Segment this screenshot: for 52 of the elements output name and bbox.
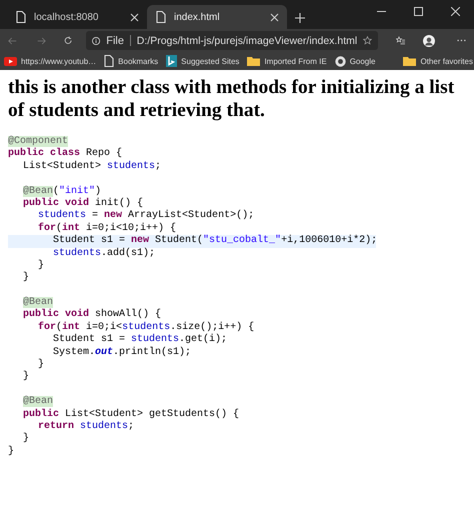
bookmark-item[interactable]: Suggested Sites: [166, 55, 240, 67]
document-icon: [16, 11, 26, 23]
code-line: Student s1 = new Student("stu_cobalt_"+i,1006010+i*2);: [53, 235, 378, 246]
code-line: }: [8, 446, 14, 457]
file-label: File: [106, 34, 124, 46]
code-line: public void init() {: [23, 198, 144, 209]
play-icon: [4, 56, 17, 66]
code-line: for(int i=0;i<10;i++) {: [38, 222, 176, 234]
favorites-icon[interactable]: [396, 35, 406, 46]
code-line: }: [23, 433, 30, 444]
code-line: System.out.println(s1);: [53, 346, 192, 358]
maximize-icon[interactable]: [414, 7, 423, 16]
code-line: public List<Student> getStudents() {: [23, 408, 240, 420]
avatar-icon[interactable]: [423, 32, 436, 48]
bookmark-item[interactable]: Bookmarks: [104, 55, 158, 67]
code-line: List<Student> students;: [23, 160, 162, 172]
code-line: return students;: [38, 420, 134, 432]
reload-icon[interactable]: [64, 35, 72, 46]
folder-icon: [403, 56, 416, 66]
star-icon[interactable]: [363, 35, 372, 46]
code-line: students.add(s1);: [53, 248, 156, 259]
code-line: public class Repo {: [8, 148, 122, 160]
b-logo-icon: [166, 55, 178, 67]
code-line: Student s1 = students.get(i);: [53, 334, 228, 346]
document-icon: [156, 11, 166, 23]
document-icon: [104, 55, 114, 67]
browser-tab[interactable]: index.html: [147, 5, 287, 29]
url-text: D:/Progs/html-js/purejs/imageViewer/index.html: [136, 34, 358, 46]
code-line: }: [38, 359, 44, 370]
new-tab-icon[interactable]: [295, 13, 305, 23]
close-icon[interactable]: [270, 12, 279, 22]
address-field[interactable]: File D:/Progs/html-js/purejs/imageViewer/index.html: [86, 31, 378, 50]
page-heading: this is another class with methods for initializing a list of students and retrieving that.: [8, 76, 456, 122]
globe-icon: [334, 56, 346, 66]
info-icon: [92, 36, 100, 46]
code-line: }: [23, 272, 30, 284]
bookmark-item[interactable]: Google: [334, 56, 376, 66]
close-icon[interactable]: [130, 12, 139, 22]
code-line: }: [23, 371, 30, 382]
bookmark-item[interactable]: https://www.youtub…: [4, 56, 96, 66]
tab-title: index.html: [174, 12, 220, 22]
tab-title: localhost:8080: [34, 12, 98, 22]
code-line: students = new ArrayList<Student>();: [38, 210, 254, 222]
more-icon[interactable]: [457, 39, 466, 42]
code-line: for(int i=0;i<students.size();i++) {: [38, 322, 254, 333]
code-line: @Bean("init"): [23, 186, 102, 197]
folder-icon: [247, 56, 260, 66]
code-line: }: [38, 260, 44, 271]
close-icon[interactable]: [451, 7, 460, 16]
bookmark-item[interactable]: Other favorites: [403, 56, 473, 66]
code-line: public void showAll() {: [23, 309, 162, 320]
bookmark-item[interactable]: Imported From IE: [247, 56, 327, 66]
